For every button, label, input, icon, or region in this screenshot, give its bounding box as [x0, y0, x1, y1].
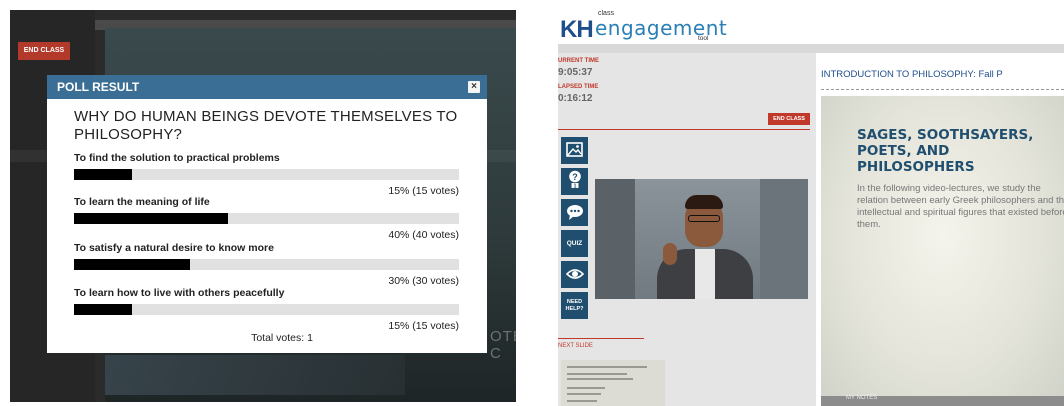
current-time-value: 9:05:37: [558, 67, 593, 78]
poll-result-header: POLL RESULT ×: [47, 75, 487, 99]
slide-title: SAGES, SOOTHSAYERS, POETS, AND PHILOSOPH…: [857, 127, 1034, 175]
poll-option-result: 15% (15 votes): [388, 320, 459, 332]
poll-option-bar-fill: [74, 213, 228, 224]
poll-result-title: POLL RESULT: [57, 80, 140, 94]
poll-option: To find the solution to practical proble…: [74, 152, 459, 197]
background-thumbnails: [105, 355, 405, 395]
poll-option-bar: [74, 213, 459, 224]
presenter-glasses: [688, 215, 720, 222]
my-notes-button[interactable]: MY NOTES: [846, 395, 877, 401]
view-tool-button[interactable]: [561, 261, 588, 288]
next-slide-divider: [558, 338, 644, 339]
close-icon[interactable]: ×: [468, 81, 480, 93]
question-count-badge: 1: [573, 183, 576, 188]
poll-option: To learn the meaning of life 40% (40 vot…: [74, 196, 459, 241]
need-help-line2: HELP?: [565, 306, 584, 312]
logo-kh: KH: [560, 16, 594, 43]
slide-body: In the following video-lectures, we stud…: [857, 183, 1064, 230]
current-time-label: URRENT TIME: [558, 58, 599, 64]
presenter-shirt: [695, 249, 715, 299]
current-slide: SAGES, SOOTHSAYERS, POETS, AND PHILOSOPH…: [821, 96, 1064, 406]
end-class-button[interactable]: END CLASS: [18, 42, 70, 60]
screenshot-root: OTE C END CLASS POLL RESULT × WHY DO HUM…: [0, 0, 1064, 406]
engagement-tool-right: KH class engagement tool URRENT TIME 9:0…: [558, 10, 1064, 406]
presenter-hair: [685, 195, 723, 209]
thumbnail-line: [567, 393, 601, 395]
poll-option-bar-fill: [74, 259, 190, 270]
poll-option: To satisfy a natural desire to know more…: [74, 242, 459, 287]
thumbnail-line: [567, 400, 597, 402]
course-title-suffix: Fall P: [978, 69, 1003, 80]
poll-result-modal: POLL RESULT × WHY DO HUMAN BEINGS DEVOTE…: [47, 75, 487, 353]
poll-option-bar-fill: [74, 304, 132, 315]
poll-option: To learn how to live with others peacefu…: [74, 287, 459, 332]
title-divider: [821, 89, 1064, 90]
poll-option-result: 40% (40 votes): [388, 229, 459, 241]
end-class-button[interactable]: END CLASS: [768, 113, 810, 125]
course-title-main: INTRODUCTION TO PHILOSOPHY:: [821, 69, 976, 80]
question-tool-button[interactable]: ? 1: [561, 168, 588, 195]
background-fragment-text: OTE C: [490, 328, 516, 362]
class-view-left: OTE C END CLASS POLL RESULT × WHY DO HUM…: [10, 10, 516, 402]
next-slide-label: NEXT SLIDE: [558, 343, 593, 349]
quiz-button[interactable]: QUIZ: [561, 230, 588, 257]
poll-option-bar-fill: [74, 169, 132, 180]
thumbnail-line: [567, 366, 647, 368]
poll-option-bar: [74, 304, 459, 315]
poll-option-label: To learn the meaning of life: [74, 196, 210, 208]
sidebar-divider: [558, 129, 810, 130]
elapsed-time-value: 0:16:12: [558, 93, 593, 104]
thumbnail-line: [567, 387, 605, 389]
poll-option-bar: [74, 259, 459, 270]
eye-icon: [565, 269, 584, 279]
video-background-right: [760, 179, 808, 299]
image-tool-button[interactable]: [561, 137, 588, 164]
presenter-hand: [663, 243, 677, 265]
video-lecture-player[interactable]: [595, 179, 808, 299]
question-icon: ? 1: [568, 170, 581, 188]
poll-total-votes: Total votes: 1: [251, 332, 313, 344]
thumbnail-line: [567, 373, 627, 375]
next-slide-thumbnail[interactable]: [561, 360, 665, 406]
need-help-button[interactable]: NEED HELP?: [561, 292, 588, 319]
poll-option-label: To satisfy a natural desire to know more: [74, 242, 274, 254]
slide-panel: INTRODUCTION TO PHILOSOPHY: Fall P SAGES…: [816, 53, 1064, 406]
poll-option-label: To find the solution to practical proble…: [74, 152, 280, 164]
chat-icon: [566, 205, 583, 220]
poll-question: WHY DO HUMAN BEINGS DEVOTE THEMSELVES TO…: [74, 108, 458, 143]
control-sidebar: URRENT TIME 9:05:37 LAPSED TIME 0:16:12 …: [558, 53, 816, 406]
thumbnail-line: [567, 378, 633, 380]
svg-text:?: ?: [572, 172, 578, 182]
poll-option-label: To learn how to live with others peacefu…: [74, 287, 285, 299]
video-background-left: [595, 179, 635, 299]
poll-option-result: 30% (30 votes): [388, 275, 459, 287]
need-help-line1: NEED: [566, 299, 583, 305]
poll-option-bar: [74, 169, 459, 180]
app-header: KH class engagement tool: [558, 10, 1064, 44]
elapsed-time-label: LAPSED TIME: [558, 84, 599, 90]
chat-tool-button[interactable]: [561, 199, 588, 226]
course-title: INTRODUCTION TO PHILOSOPHY: Fall P: [821, 69, 1003, 80]
logo-tool-text: tool: [698, 35, 709, 42]
header-divider: [558, 44, 1064, 53]
image-icon: [566, 142, 583, 157]
